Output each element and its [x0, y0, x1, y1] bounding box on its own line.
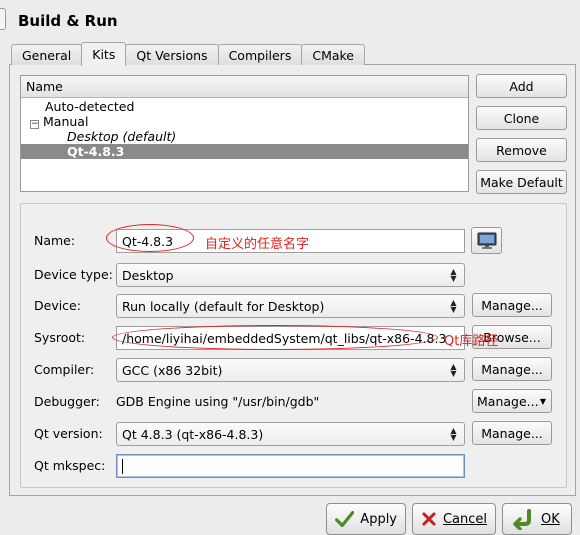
tree-item-manual-label: Manual — [43, 114, 89, 129]
sysroot-label: Sysroot: — [34, 330, 86, 345]
debugger-label: Debugger: — [34, 394, 100, 409]
apply-button[interactable]: Apply — [326, 503, 406, 535]
name-label: Name: — [34, 233, 76, 248]
x-icon — [422, 512, 436, 526]
tab-bar: General Kits Qt Versions Compilers CMake — [11, 42, 366, 66]
page-title: Build & Run — [18, 12, 118, 30]
compiler-value: GCC (x86 32bit) — [122, 362, 223, 378]
debugger-manage-label: Manage... — [477, 393, 539, 409]
device-label: Device: — [34, 298, 81, 313]
kits-tree[interactable]: Name Auto-detected − Manual Desktop (defa… — [20, 75, 469, 192]
tree-body: Auto-detected − Manual Desktop (default) … — [21, 99, 468, 159]
device-combo[interactable]: Run locally (default for Desktop) ▲ ▼ — [116, 294, 465, 318]
updown-arrows-icon: ▲ ▼ — [450, 426, 457, 442]
arrow-icon — [513, 509, 531, 530]
tab-kits[interactable]: Kits — [81, 42, 127, 66]
cancel-button[interactable]: Cancel — [412, 503, 496, 535]
device-manage-button[interactable]: Manage... — [472, 293, 552, 317]
qt-version-value: Qt 4.8.3 (qt-x86-4.8.3) — [122, 426, 264, 442]
cancel-label: Cancel — [442, 511, 487, 527]
annotation-sysroot-note: Qt库路径 — [444, 334, 499, 349]
tree-column-header[interactable]: Name — [21, 76, 468, 98]
checkmark-icon — [335, 510, 355, 528]
window-edge — [0, 8, 6, 30]
debugger-manage-button[interactable]: Manage... ▼ — [472, 389, 552, 413]
updown-arrows-icon: ▲ ▼ — [450, 298, 457, 314]
device-type-label: Device type: — [34, 267, 113, 282]
tab-cmake[interactable]: CMake — [301, 44, 366, 65]
tree-item-auto-detected[interactable]: Auto-detected — [21, 99, 468, 114]
device-value: Run locally (default for Desktop) — [122, 298, 325, 314]
monitor-icon — [477, 232, 496, 249]
dropdown-arrow-icon: ▼ — [539, 396, 546, 406]
updown-arrows-icon: ▲ ▼ — [450, 267, 457, 283]
text-caret — [122, 458, 123, 474]
tree-item-manual[interactable]: − Manual — [21, 114, 468, 129]
qt-mkspec-label: Qt mkspec: — [34, 458, 106, 473]
compiler-label: Compiler: — [34, 362, 95, 377]
qt-mkspec-field[interactable] — [116, 454, 465, 478]
annotation-name-note: 自定义的任意名字 — [205, 237, 310, 252]
tab-general[interactable]: General — [11, 44, 83, 65]
collapse-icon[interactable]: − — [30, 120, 39, 129]
device-type-combo[interactable]: Desktop ▲ ▼ — [116, 263, 465, 287]
add-button[interactable]: Add — [476, 74, 567, 98]
remove-button[interactable]: Remove — [476, 138, 567, 162]
qt-version-label: Qt version: — [34, 426, 103, 441]
tab-compilers[interactable]: Compilers — [217, 44, 303, 65]
compiler-manage-button[interactable]: Manage... — [472, 357, 552, 381]
qt-version-manage-button[interactable]: Manage... — [472, 421, 552, 445]
updown-arrows-icon: ▲ ▼ — [450, 362, 457, 378]
compiler-combo[interactable]: GCC (x86 32bit) ▲ ▼ — [116, 358, 465, 382]
sysroot-field[interactable]: /home/liyihai/embeddedSystem/qt_libs/qt-… — [116, 326, 465, 350]
make-default-button[interactable]: Make Default — [476, 170, 567, 194]
device-icon-button[interactable] — [471, 227, 502, 254]
ok-button[interactable]: OK — [502, 503, 572, 535]
device-type-value: Desktop — [122, 267, 174, 283]
apply-label: Apply — [360, 511, 397, 527]
tab-qt-versions[interactable]: Qt Versions — [125, 44, 219, 65]
debugger-value: GDB Engine using "/usr/bin/gdb" — [116, 394, 320, 409]
tree-item-desktop-default[interactable]: Desktop (default) — [21, 129, 468, 144]
tree-item-qt-4-8-3[interactable]: Qt-4.8.3 — [21, 144, 468, 159]
qt-version-combo[interactable]: Qt 4.8.3 (qt-x86-4.8.3) ▲ ▼ — [116, 422, 465, 446]
clone-button[interactable]: Clone — [476, 106, 567, 130]
ok-label: OK — [541, 511, 560, 527]
